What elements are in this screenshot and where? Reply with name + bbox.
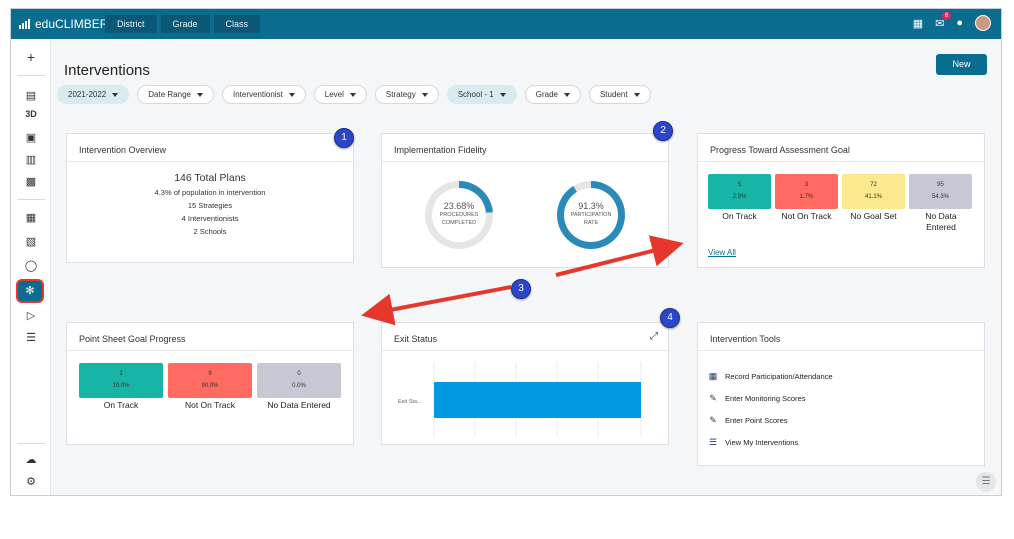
- callout-marker-4: 4: [660, 308, 680, 328]
- bus-icon[interactable]: ▩: [11, 175, 51, 188]
- donut-label: PROCEDURES: [439, 212, 479, 218]
- list-icon[interactable]: ☰: [11, 331, 51, 344]
- callout-marker-1: 1: [334, 128, 354, 148]
- id-card-icon[interactable]: ▤: [11, 89, 51, 102]
- sidebar-divider: [17, 75, 45, 76]
- callout-marker-3: 3: [511, 279, 531, 299]
- arrow-to-point-sheet: [361, 285, 512, 326]
- donut-label: COMPLETED: [441, 220, 477, 226]
- layers-icon: ☰: [981, 476, 991, 487]
- clipboard-icon[interactable]: ▧: [11, 235, 51, 248]
- calendar-icon[interactable]: ▦: [913, 17, 923, 30]
- sidebar-item-3d[interactable]: 3D: [11, 109, 51, 119]
- callout-arrows: [361, 235, 684, 326]
- donut-text: 91.3% PARTICIPATION RATE: [554, 201, 628, 227]
- top-nav: District Grade Class: [105, 15, 261, 33]
- app-logo[interactable]: eduCLIMBER: [19, 17, 109, 31]
- tag-icon[interactable]: ◯: [11, 259, 51, 272]
- app-name: eduCLIMBER: [35, 17, 109, 31]
- notification-badge: 8: [942, 11, 952, 20]
- sidebar-divider: [17, 199, 45, 200]
- sidebar-divider: [17, 443, 45, 444]
- donut-label: PARTICIPATION: [570, 212, 612, 218]
- plus-icon[interactable]: +: [11, 49, 51, 65]
- messages-icon[interactable]: ✉ 8: [935, 11, 952, 30]
- main-content: Interventions New 2021-2022 Date Range I…: [51, 39, 1001, 495]
- calendar-icon[interactable]: ▦: [11, 211, 51, 224]
- cloud-icon[interactable]: ☁: [11, 453, 51, 466]
- arrow-to-progress: [555, 235, 684, 277]
- donut-text: 23.68% PROCEDURES COMPLETED: [422, 201, 496, 227]
- app-window: eduCLIMBER District Grade Class ▦ ✉ 8 ● +…: [10, 8, 1002, 496]
- avatar[interactable]: [975, 15, 991, 31]
- donut-value: 91.3%: [578, 201, 604, 211]
- layers-button[interactable]: ☰: [976, 472, 996, 492]
- nav-grade[interactable]: Grade: [160, 15, 210, 33]
- bell-icon[interactable]: ●: [956, 17, 963, 29]
- top-right-tools: ▦ ✉ 8 ●: [913, 11, 991, 31]
- donut-label: RATE: [583, 220, 599, 226]
- logo-bars-icon: [19, 19, 30, 29]
- callout-marker-2: 2: [653, 121, 673, 141]
- gear-icon[interactable]: ⚙: [11, 475, 51, 488]
- intervention-icon: ✻: [25, 285, 35, 297]
- nav-class[interactable]: Class: [213, 15, 261, 33]
- sidebar-item-interventions[interactable]: ✻: [16, 279, 44, 303]
- sidebar: + ▤ 3D ▣ ▥ ▩ ▦ ▧ ◯ ✻ ▷ ☰ ☁ ⚙: [11, 39, 51, 495]
- top-bar: eduCLIMBER District Grade Class ▦ ✉ 8 ●: [11, 9, 1001, 39]
- chart-icon[interactable]: ▥: [11, 153, 51, 166]
- presentation-icon[interactable]: ▣: [11, 131, 51, 144]
- flag-icon[interactable]: ▷: [11, 309, 51, 322]
- donut-value: 23.68%: [443, 201, 475, 211]
- nav-district[interactable]: District: [105, 15, 157, 33]
